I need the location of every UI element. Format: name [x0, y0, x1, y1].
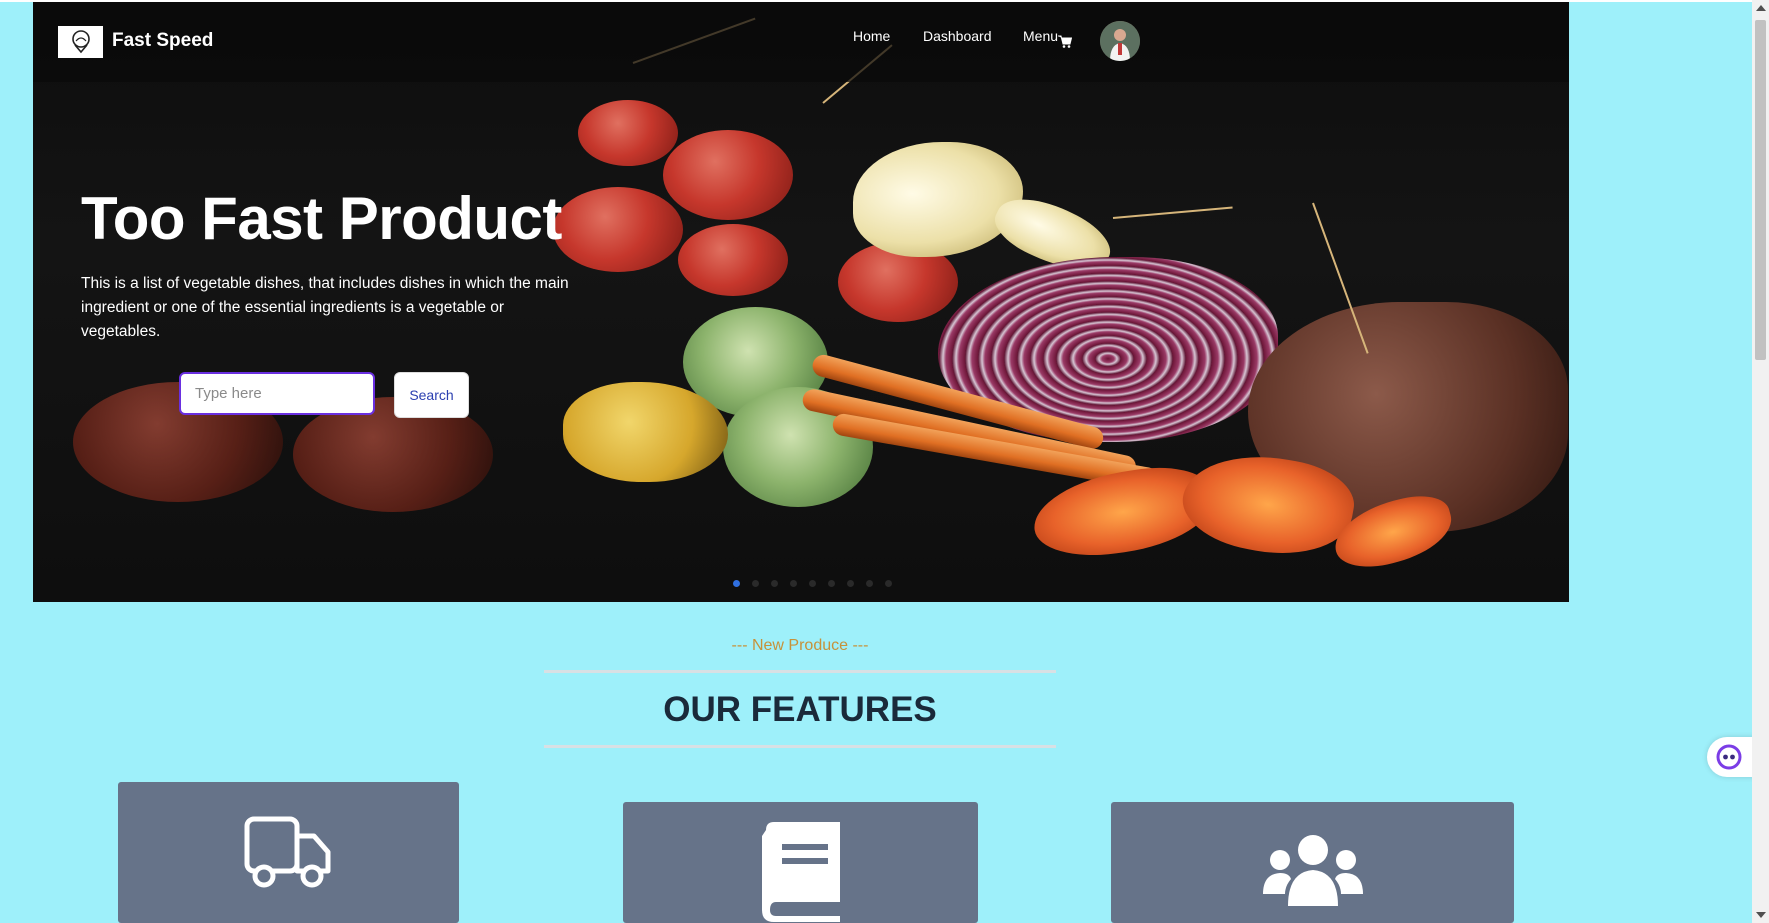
top-navbar: Fast Speed Home Dashboard Menu — [33, 2, 1569, 82]
nav-link-menu[interactable]: Menu — [1023, 28, 1058, 44]
feature-card-team[interactable] — [1111, 802, 1514, 923]
location-pin-icon — [71, 30, 90, 54]
vertical-scrollbar[interactable] — [1752, 0, 1769, 923]
radish-image — [678, 224, 788, 296]
carousel-dot-active[interactable] — [733, 580, 740, 587]
nav-link-home[interactable]: Home — [853, 28, 890, 44]
carousel-dot[interactable] — [790, 580, 797, 587]
carousel-dot[interactable] — [885, 580, 892, 587]
brand-logo[interactable] — [58, 26, 103, 58]
section-divider-top — [544, 670, 1056, 673]
truck-icon — [244, 816, 330, 888]
section-eyebrow: --- New Produce --- — [731, 637, 869, 654]
section-divider-bottom — [544, 745, 1056, 748]
radish-image — [553, 187, 683, 272]
cart-icon[interactable] — [1058, 35, 1072, 48]
search-button[interactable]: Search — [394, 372, 469, 418]
root-strand — [1112, 206, 1233, 219]
chat-assistant-button[interactable] — [1707, 737, 1757, 777]
assistant-icon — [1716, 744, 1742, 770]
search-input[interactable] — [179, 372, 375, 415]
section-title: OUR FEATURES — [663, 690, 937, 729]
feature-card-menu[interactable] — [623, 802, 978, 923]
carousel-dot[interactable] — [752, 580, 759, 587]
radish-image — [578, 100, 678, 166]
radish-image — [663, 130, 793, 220]
scroll-down-arrow[interactable] — [1756, 912, 1766, 918]
scroll-up-arrow[interactable] — [1756, 5, 1766, 11]
carousel-dot[interactable] — [771, 580, 778, 587]
pepper-image — [563, 382, 728, 482]
carousel-dot[interactable] — [866, 580, 873, 587]
feature-card-delivery[interactable] — [118, 782, 459, 923]
brand-name[interactable]: Fast Speed — [112, 30, 213, 52]
nav-link-dashboard[interactable]: Dashboard — [923, 28, 992, 44]
hero-title: Too Fast Product — [81, 185, 562, 252]
users-icon — [1262, 835, 1363, 906]
avatar-photo — [1100, 21, 1140, 61]
book-icon — [761, 822, 840, 922]
scroll-thumb[interactable] — [1755, 20, 1766, 360]
hero-description: This is a list of vegetable dishes, that… — [81, 275, 569, 340]
user-avatar[interactable] — [1100, 21, 1140, 61]
hero-section: Fast Speed Home Dashboard Menu Too Fast … — [33, 2, 1569, 602]
carousel-indicators — [733, 580, 892, 587]
carousel-dot[interactable] — [828, 580, 835, 587]
carousel-dot[interactable] — [809, 580, 816, 587]
parsnip-image — [853, 142, 1023, 257]
carousel-dot[interactable] — [847, 580, 854, 587]
